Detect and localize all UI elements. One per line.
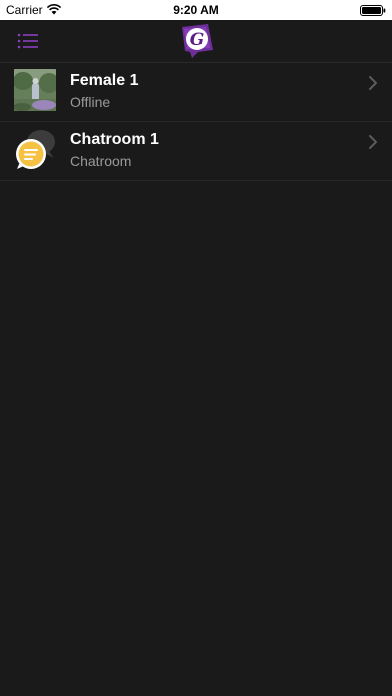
list-menu-icon[interactable] (14, 29, 42, 53)
clock-label: 9:20 AM (173, 3, 219, 17)
status-bar: Carrier 9:20 AM (0, 0, 392, 20)
chatroom-bubbles-icon (16, 130, 55, 169)
avatar (14, 69, 56, 111)
avatar (14, 128, 56, 170)
conversation-status: Offline (70, 94, 111, 110)
svg-text:G: G (190, 30, 205, 50)
list-item-female-1[interactable]: Female 1 Offline (0, 63, 392, 122)
conversation-title: Chatroom 1 (70, 131, 159, 148)
chevron-right-icon (369, 135, 377, 149)
app-screen: Carrier 9:20 AM G Female 1 Offline Chatr… (0, 0, 392, 696)
conversation-title: Female 1 (70, 72, 139, 89)
chevron-right-icon (369, 76, 377, 90)
navigation-bar: G (0, 20, 392, 63)
user-photo (14, 69, 56, 111)
battery-icon (360, 5, 386, 16)
app-logo-icon: G (182, 24, 213, 58)
list-item-chatroom-1[interactable]: Chatroom 1 Chatroom (0, 122, 392, 181)
conversation-type: Chatroom (70, 153, 132, 169)
conversation-list: Female 1 Offline Chatroom 1 Chatroom (0, 63, 392, 181)
